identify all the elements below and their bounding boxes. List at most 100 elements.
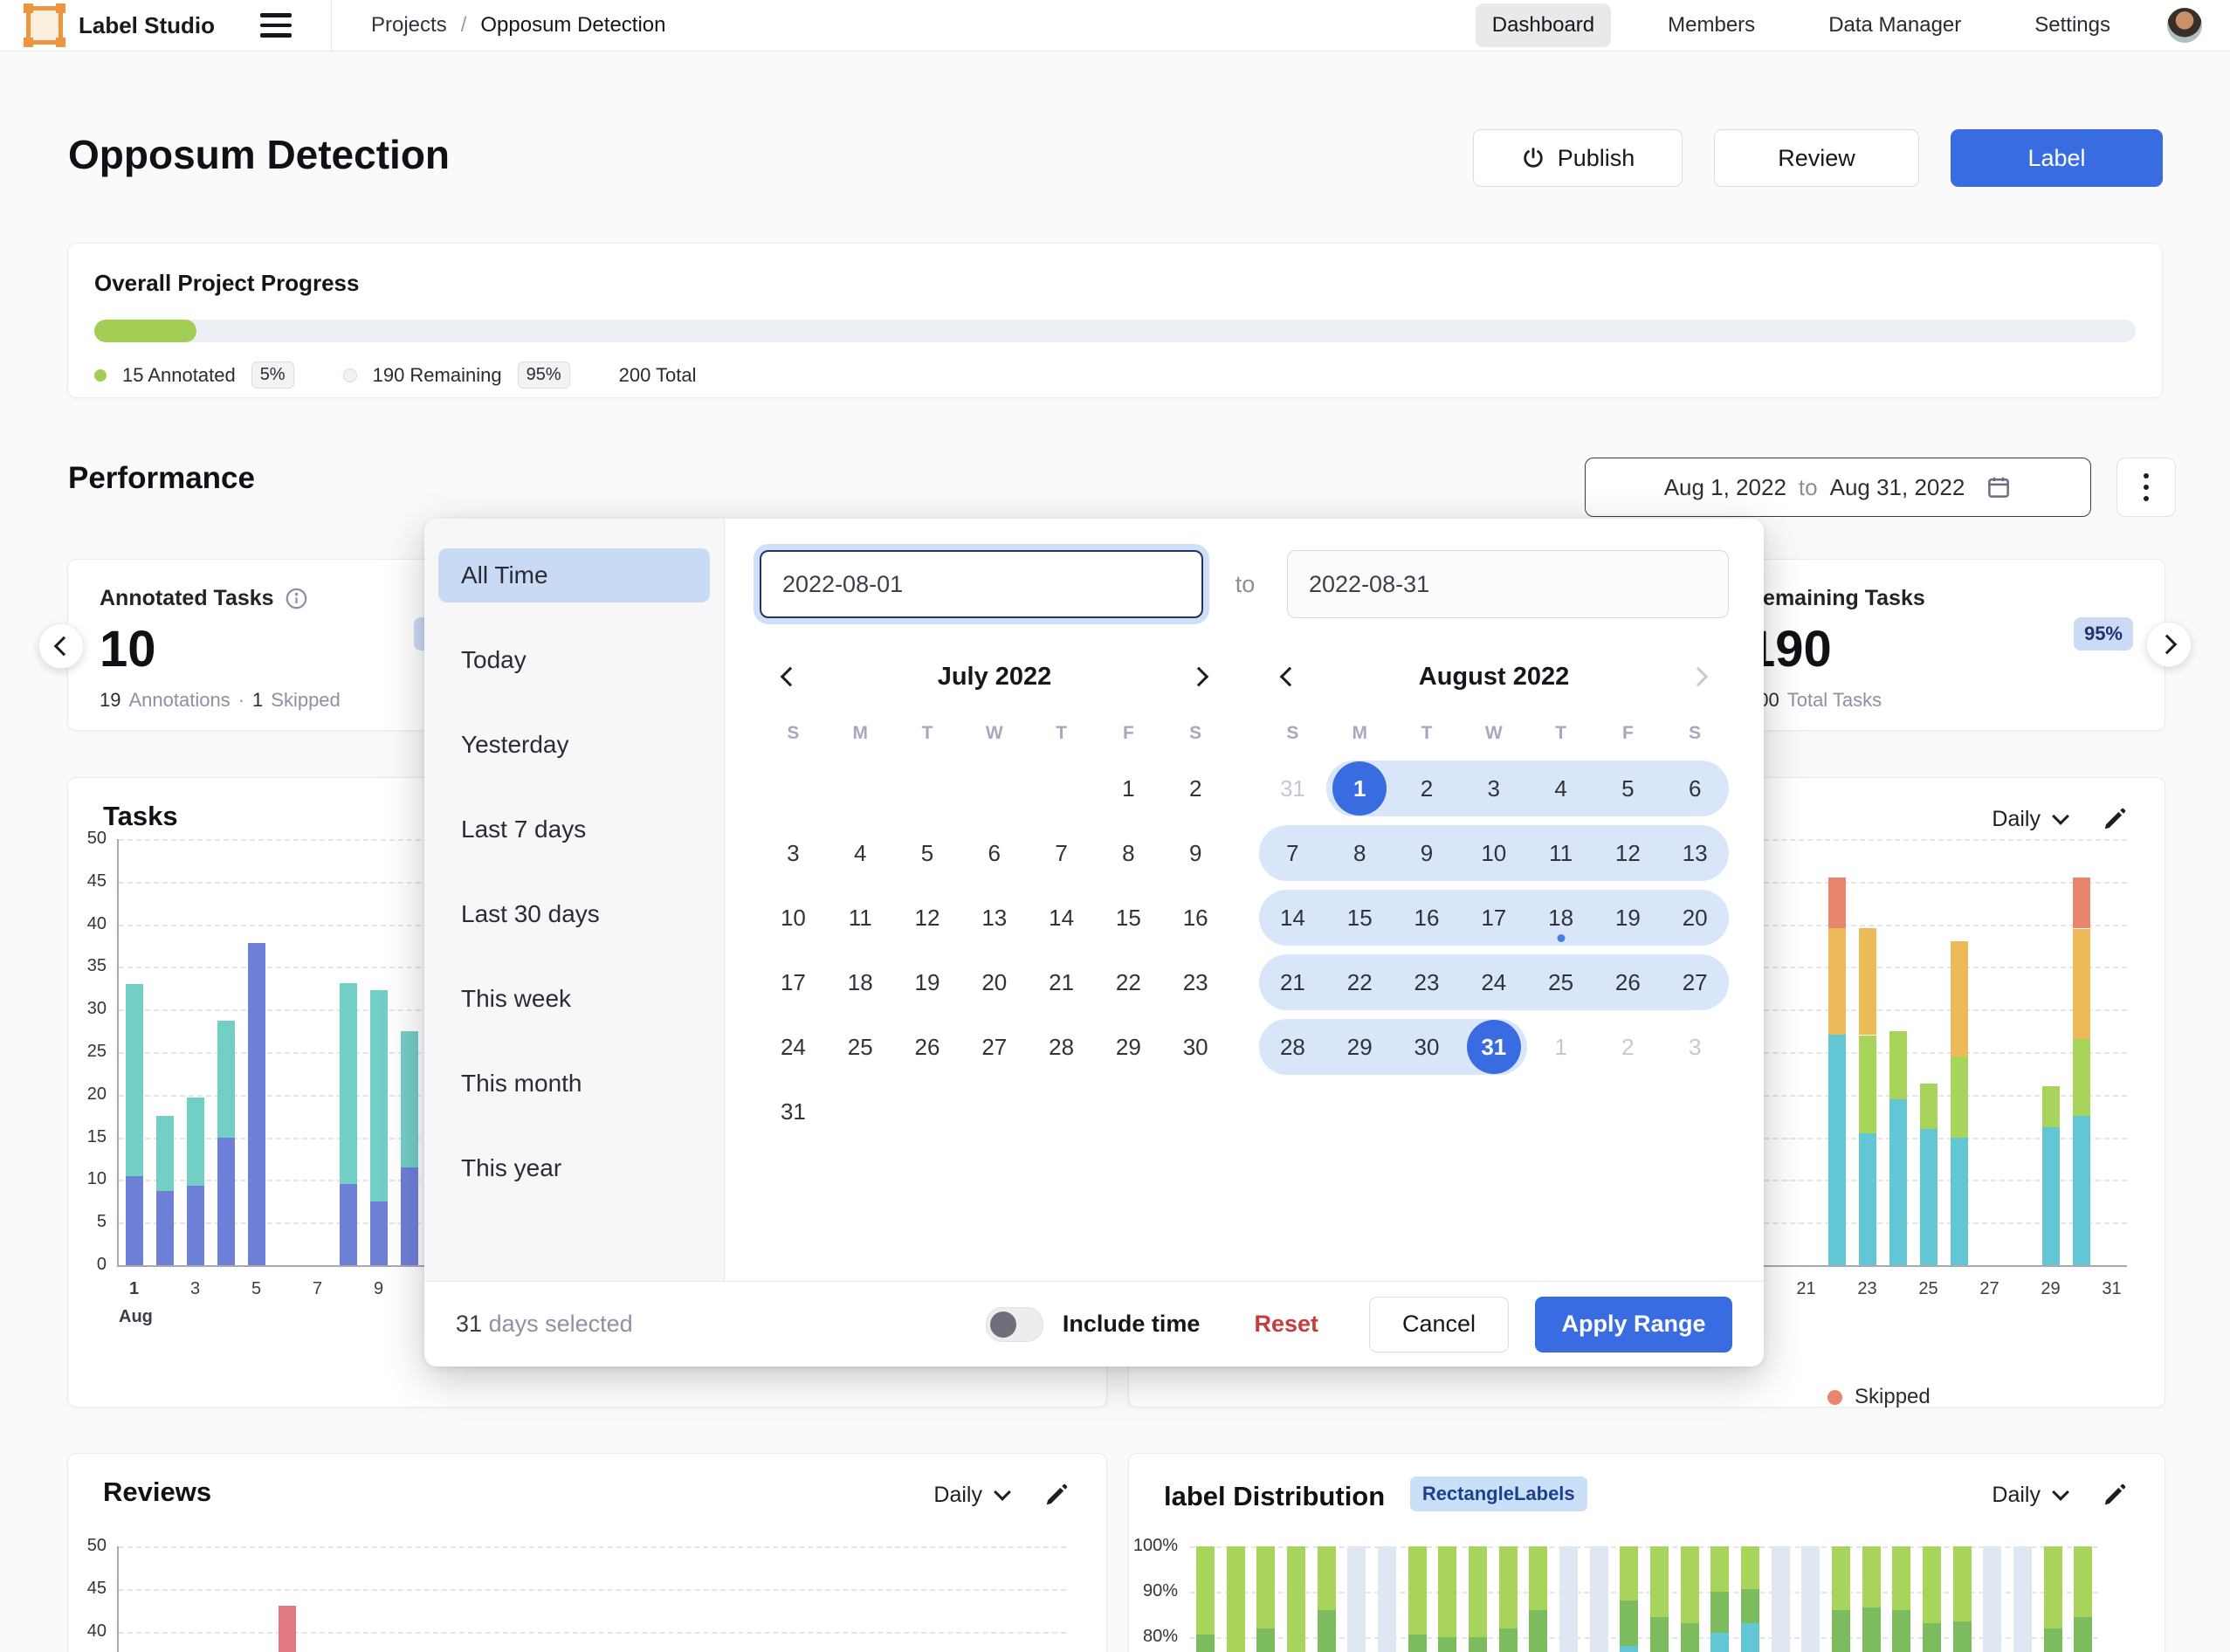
day-cell[interactable]: 6 bbox=[1662, 756, 1729, 821]
day-cell[interactable]: 16 bbox=[1394, 885, 1461, 950]
preset-item[interactable]: All Time bbox=[438, 548, 710, 602]
day-cell[interactable]: 3 bbox=[1460, 756, 1527, 821]
day-cell[interactable]: 27 bbox=[960, 1015, 1028, 1079]
nav-item-data-manager[interactable]: Data Manager bbox=[1812, 3, 1978, 47]
day-cell[interactable]: 4 bbox=[827, 821, 894, 885]
apply-range-button[interactable]: Apply Range bbox=[1535, 1297, 1732, 1353]
day-cell[interactable]: 26 bbox=[894, 1015, 961, 1079]
day-cell[interactable]: 21 bbox=[1259, 950, 1326, 1015]
edit-chart-icon[interactable] bbox=[2102, 806, 2128, 832]
reviews-interval-dropdown[interactable]: Daily bbox=[933, 1483, 1008, 1508]
day-cell[interactable]: 29 bbox=[1326, 1015, 1394, 1079]
day-cell[interactable]: 25 bbox=[1527, 950, 1594, 1015]
day-cell[interactable]: 28 bbox=[1028, 1015, 1095, 1079]
day-cell[interactable]: 17 bbox=[1460, 885, 1527, 950]
day-cell[interactable]: 7 bbox=[1259, 821, 1326, 885]
nav-item-settings[interactable]: Settings bbox=[2018, 3, 2127, 47]
day-cell[interactable]: 16 bbox=[1162, 885, 1229, 950]
day-cell[interactable]: 21 bbox=[1028, 950, 1095, 1015]
day-cell[interactable]: 15 bbox=[1326, 885, 1394, 950]
start-date-input[interactable] bbox=[760, 550, 1203, 618]
day-cell[interactable]: 31 bbox=[760, 1079, 827, 1144]
day-cell[interactable]: 22 bbox=[1326, 950, 1394, 1015]
day-cell[interactable]: 4 bbox=[1527, 756, 1594, 821]
next-month-button[interactable] bbox=[1182, 657, 1221, 696]
day-cell[interactable]: 28 bbox=[1259, 1015, 1326, 1079]
day-cell[interactable]: 15 bbox=[1095, 885, 1162, 950]
day-cell[interactable]: 13 bbox=[1662, 821, 1729, 885]
prev-month-button[interactable] bbox=[1268, 657, 1306, 696]
day-cell[interactable]: 19 bbox=[894, 950, 961, 1015]
annotations-interval-dropdown[interactable]: Daily bbox=[1992, 807, 2067, 832]
label-button[interactable]: Label bbox=[1951, 129, 2163, 187]
day-cell[interactable]: 9 bbox=[1162, 821, 1229, 885]
info-icon[interactable] bbox=[285, 587, 308, 610]
carousel-next-button[interactable] bbox=[2146, 622, 2192, 667]
preset-item[interactable]: Today bbox=[438, 633, 710, 687]
day-cell[interactable]: 18 bbox=[827, 950, 894, 1015]
preset-item[interactable]: Last 30 days bbox=[438, 887, 710, 941]
review-button[interactable]: Review bbox=[1714, 129, 1919, 187]
day-cell[interactable]: 5 bbox=[1594, 756, 1662, 821]
avatar[interactable] bbox=[2167, 8, 2202, 43]
publish-button[interactable]: Publish bbox=[1473, 129, 1683, 187]
day-cell[interactable]: 12 bbox=[1594, 821, 1662, 885]
day-cell[interactable]: 2 bbox=[1394, 756, 1461, 821]
preset-item[interactable]: Yesterday bbox=[438, 718, 710, 772]
prev-month-button[interactable] bbox=[768, 657, 807, 696]
day-cell[interactable]: 23 bbox=[1394, 950, 1461, 1015]
day-cell[interactable]: 29 bbox=[1095, 1015, 1162, 1079]
hamburger-menu-icon[interactable] bbox=[260, 13, 292, 38]
day-cell[interactable]: 24 bbox=[1460, 950, 1527, 1015]
day-cell[interactable]: 11 bbox=[1527, 821, 1594, 885]
day-cell[interactable]: 30 bbox=[1162, 1015, 1229, 1079]
day-cell[interactable]: 17 bbox=[760, 950, 827, 1015]
day-cell[interactable]: 20 bbox=[960, 950, 1028, 1015]
day-cell[interactable]: 20 bbox=[1662, 885, 1729, 950]
day-cell[interactable]: 1 bbox=[1326, 756, 1394, 821]
day-cell[interactable]: 23 bbox=[1162, 950, 1229, 1015]
day-cell[interactable]: 22 bbox=[1095, 950, 1162, 1015]
day-cell[interactable]: 24 bbox=[760, 1015, 827, 1079]
edit-chart-icon[interactable] bbox=[1043, 1482, 1070, 1508]
day-cell[interactable]: 13 bbox=[960, 885, 1028, 950]
day-cell[interactable]: 25 bbox=[827, 1015, 894, 1079]
day-cell[interactable]: 3 bbox=[1662, 1015, 1729, 1079]
day-cell[interactable]: 10 bbox=[760, 885, 827, 950]
day-cell[interactable]: 11 bbox=[827, 885, 894, 950]
day-cell[interactable]: 7 bbox=[1028, 821, 1095, 885]
date-range-button[interactable]: Aug 1, 2022 to Aug 31, 2022 bbox=[1585, 458, 2091, 517]
end-date-input[interactable] bbox=[1287, 550, 1729, 618]
day-cell[interactable]: 31 bbox=[1259, 756, 1326, 821]
day-cell[interactable]: 14 bbox=[1028, 885, 1095, 950]
day-cell[interactable]: 27 bbox=[1662, 950, 1729, 1015]
day-cell[interactable]: 30 bbox=[1394, 1015, 1461, 1079]
day-cell[interactable]: 26 bbox=[1594, 950, 1662, 1015]
nav-item-dashboard[interactable]: Dashboard bbox=[1476, 3, 1611, 47]
day-cell[interactable]: 10 bbox=[1460, 821, 1527, 885]
cancel-button[interactable]: Cancel bbox=[1369, 1297, 1509, 1353]
preset-item[interactable]: This week bbox=[438, 972, 710, 1026]
edit-chart-icon[interactable] bbox=[2102, 1482, 2128, 1508]
day-cell[interactable]: 2 bbox=[1594, 1015, 1662, 1079]
day-cell[interactable]: 5 bbox=[894, 821, 961, 885]
day-cell[interactable]: 12 bbox=[894, 885, 961, 950]
carousel-prev-button[interactable] bbox=[38, 623, 84, 669]
performance-menu-button[interactable] bbox=[2116, 458, 2176, 517]
day-cell[interactable]: 3 bbox=[760, 821, 827, 885]
reset-button[interactable]: Reset bbox=[1254, 1311, 1318, 1338]
day-cell[interactable]: 9 bbox=[1394, 821, 1461, 885]
day-cell[interactable]: 8 bbox=[1326, 821, 1394, 885]
preset-item[interactable]: Last 7 days bbox=[438, 802, 710, 857]
day-cell[interactable]: 14 bbox=[1259, 885, 1326, 950]
day-cell[interactable]: 31 bbox=[1460, 1015, 1527, 1079]
day-cell[interactable]: 6 bbox=[960, 821, 1028, 885]
next-month-button[interactable] bbox=[1682, 657, 1720, 696]
day-cell[interactable]: 8 bbox=[1095, 821, 1162, 885]
breadcrumb-projects[interactable]: Projects bbox=[371, 13, 447, 38]
distribution-interval-dropdown[interactable]: Daily bbox=[1992, 1483, 2067, 1508]
day-cell[interactable]: 19 bbox=[1594, 885, 1662, 950]
day-cell[interactable]: 1 bbox=[1095, 756, 1162, 821]
day-cell[interactable]: 18 bbox=[1527, 885, 1594, 950]
preset-item[interactable]: This year bbox=[438, 1141, 710, 1195]
